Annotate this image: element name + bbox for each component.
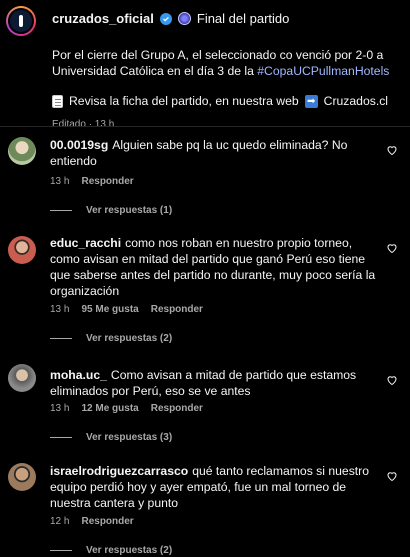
post-link-site[interactable]: Cruzados.cl xyxy=(324,93,388,110)
reply-button[interactable]: Responder xyxy=(151,403,203,414)
replies-line xyxy=(50,338,72,339)
view-replies-button[interactable]: Ver respuestas (2) xyxy=(50,333,172,344)
replies-line xyxy=(50,437,72,438)
commenter-username[interactable]: israelrodriguezcarrasco xyxy=(50,464,188,478)
commenter-avatar[interactable] xyxy=(8,463,36,491)
view-replies-label: Ver respuestas (1) xyxy=(86,205,173,216)
soccer-ball-icon xyxy=(177,12,191,25)
comment-time: 13 h xyxy=(50,176,70,187)
comment-time: 12 h xyxy=(50,516,70,527)
post-author-avatar[interactable] xyxy=(6,6,36,36)
like-heart-icon[interactable] xyxy=(386,144,398,156)
document-emoji-icon xyxy=(52,95,63,108)
commenter-avatar[interactable] xyxy=(8,236,36,264)
view-replies-label: Ver respuestas (3) xyxy=(86,432,173,443)
replies-line xyxy=(50,210,72,211)
commenter-username[interactable]: 00.0019sg xyxy=(50,138,108,152)
verified-badge-icon xyxy=(159,12,172,25)
like-heart-icon[interactable] xyxy=(386,374,398,386)
post-title: Final del partido xyxy=(196,11,290,26)
divider xyxy=(0,126,410,127)
like-count[interactable]: 95 Me gusta xyxy=(81,304,138,315)
view-replies-label: Ver respuestas (2) xyxy=(86,333,173,344)
view-replies-button[interactable]: Ver respuestas (1) xyxy=(50,205,172,216)
reply-button[interactable]: Responder xyxy=(81,516,133,527)
comment-time: 13 h xyxy=(50,403,70,414)
commenter-username[interactable]: moha.uc_ xyxy=(50,368,107,382)
commenter-avatar[interactable] xyxy=(8,364,36,392)
commenter-avatar[interactable] xyxy=(8,137,36,165)
post-author-username[interactable]: cruzados_oficial xyxy=(52,10,154,27)
view-replies-button[interactable]: Ver respuestas (3) xyxy=(50,432,172,443)
commenter-username[interactable]: educ_racchi xyxy=(50,236,121,250)
comment-time: 13 h xyxy=(50,304,70,315)
view-replies-label: Ver respuestas (2) xyxy=(86,545,173,556)
like-heart-icon[interactable] xyxy=(386,470,398,482)
right-arrow-emoji-icon: ➡ xyxy=(304,95,318,108)
like-heart-icon[interactable] xyxy=(386,242,398,254)
post-link-text: Revisa la ficha del partido, en nuestra … xyxy=(69,94,299,108)
reply-button[interactable]: Responder xyxy=(151,304,203,315)
post-link-line: Revisa la ficha del partido, en nuestra … xyxy=(52,93,404,110)
post-meta: Editado · 13 h xyxy=(52,119,115,130)
like-count[interactable]: 12 Me gusta xyxy=(81,403,138,414)
post-text: Por el cierre del Grupo A, el selecciona… xyxy=(52,47,404,79)
reply-button[interactable]: Responder xyxy=(81,176,133,187)
hashtag-link[interactable]: #CopaUCPullmanHotels xyxy=(257,64,389,78)
post-caption: cruzados_oficial Final del partido Por e… xyxy=(0,0,410,130)
view-replies-button[interactable]: Ver respuestas (2) xyxy=(50,545,172,556)
replies-line xyxy=(50,550,72,551)
